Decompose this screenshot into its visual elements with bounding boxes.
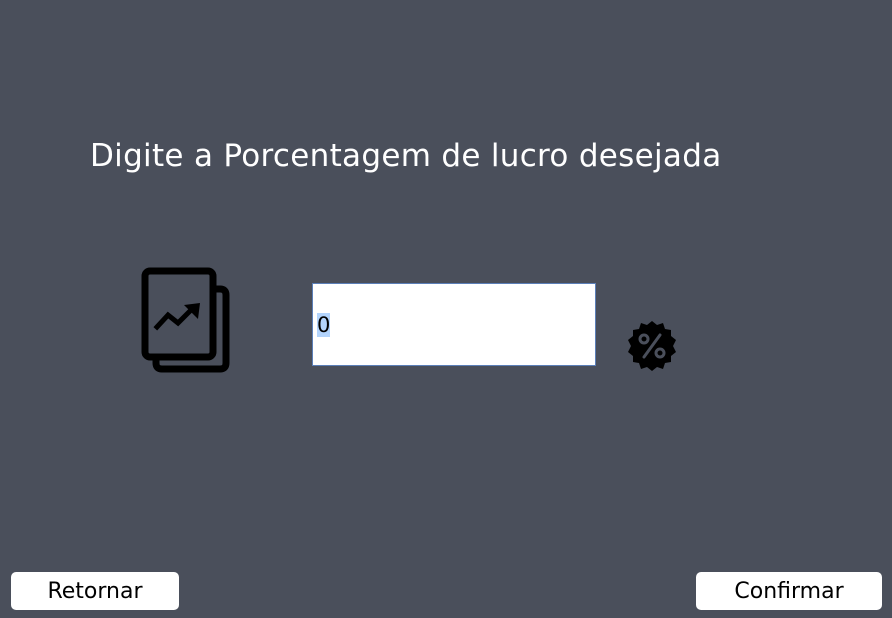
back-button[interactable]: Retornar	[11, 572, 179, 610]
trending-chart-icon	[141, 267, 230, 373]
percent-badge-icon	[628, 321, 676, 371]
confirm-button[interactable]: Confirmar	[696, 572, 882, 610]
percentage-input[interactable]	[312, 283, 596, 366]
page-title: Digite a Porcentagem de lucro desejada	[90, 138, 722, 174]
